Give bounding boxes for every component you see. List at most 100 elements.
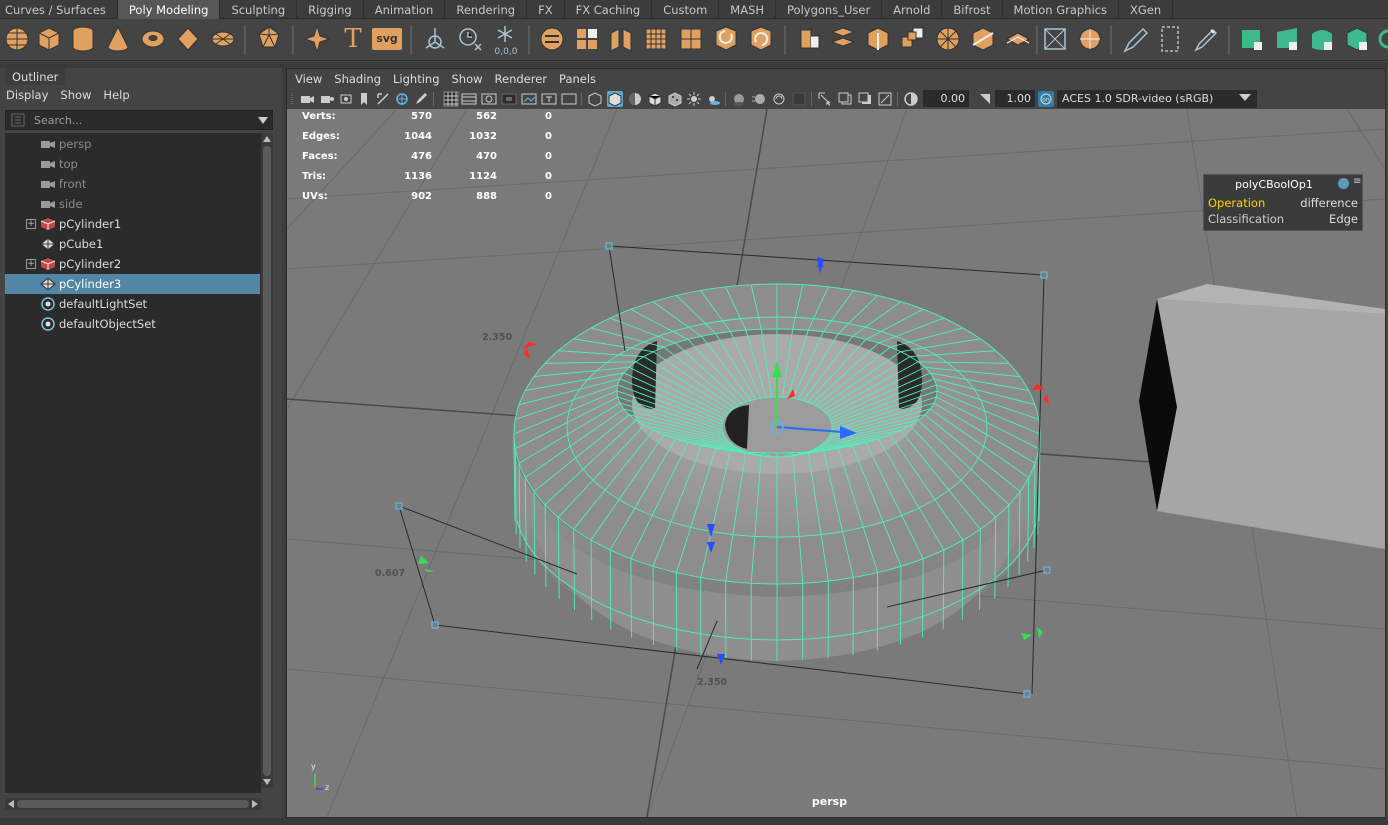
shelf-tab-arnold[interactable]: Arnold	[882, 0, 943, 19]
textured-icon[interactable]	[667, 91, 683, 107]
viewport-menu-renderer[interactable]: Renderer	[489, 69, 554, 89]
display-cube-icon[interactable]	[1238, 22, 1268, 56]
wireframe-shading-icon[interactable]	[587, 91, 603, 107]
viewport-menu-panels[interactable]: Panels	[553, 69, 602, 89]
chevron-down-icon[interactable]	[1239, 94, 1251, 101]
screen-space-ao-icon[interactable]	[731, 91, 747, 107]
shelf-tab-animation[interactable]: Animation	[364, 0, 446, 19]
outliner-item-persp[interactable]: persp	[5, 134, 260, 154]
smooth-shading-icon[interactable]	[607, 91, 623, 107]
shelf-tab-fx[interactable]: FX	[527, 0, 565, 19]
attr-operation-row[interactable]: Operation difference	[1208, 196, 1358, 212]
outliner-horizontal-scroll-thumb[interactable]	[17, 800, 249, 808]
shelf-tab-custom[interactable]: Custom	[652, 0, 720, 19]
display-box-icon[interactable]	[1343, 22, 1373, 56]
multisample-aa-icon[interactable]	[771, 91, 787, 107]
use-all-lights-icon[interactable]	[686, 91, 702, 107]
poke-icon[interactable]	[1003, 22, 1033, 56]
menu-icon[interactable]: ≡	[1353, 176, 1361, 187]
safe-action-icon[interactable]	[541, 91, 557, 107]
poly-cylinder-icon[interactable]	[68, 22, 98, 56]
outliner-vertical-scrollbar[interactable]	[261, 133, 273, 788]
image-plane-icon[interactable]	[357, 91, 373, 107]
outliner-item-pcylinder1[interactable]: + pCylinder1	[5, 214, 260, 234]
shelf-tab-sculpting[interactable]: Sculpting	[220, 0, 298, 19]
color-management-toggle-icon[interactable]: on	[1038, 91, 1054, 107]
poly-platonic-icon[interactable]	[254, 22, 284, 56]
xray-icon[interactable]	[837, 91, 853, 107]
combine-icon[interactable]	[537, 22, 567, 56]
outliner-item-defaultlightset[interactable]: defaultLightSet	[5, 294, 260, 314]
shelf-tab-motion-graphics[interactable]: Motion Graphics	[1003, 0, 1119, 19]
separate-icon[interactable]	[572, 22, 602, 56]
exposure-field[interactable]: 0.00	[923, 90, 969, 107]
grease-pencil-icon[interactable]	[394, 91, 410, 107]
poly-cone-icon[interactable]	[103, 22, 133, 56]
poly-torus-icon[interactable]	[138, 22, 168, 56]
viewport-menu-show[interactable]: Show	[446, 69, 489, 89]
viewport-menu-lighting[interactable]: Lighting	[387, 69, 445, 89]
outliner-item-front[interactable]: front	[5, 174, 260, 194]
outliner-item-defaultobjectset[interactable]: defaultObjectSet	[5, 314, 260, 334]
viewport-menu-view[interactable]: View	[289, 69, 328, 89]
outliner-item-pcube1[interactable]: pCube1	[5, 234, 260, 254]
expand-toggle-icon[interactable]: +	[26, 259, 36, 269]
locator-icon[interactable]	[420, 22, 450, 56]
grid-toggle-icon[interactable]	[443, 91, 459, 107]
outliner-menu-help[interactable]: Help	[97, 85, 135, 107]
uv-sphere-icon[interactable]	[1075, 22, 1105, 56]
outliner-tab[interactable]: Outliner	[5, 68, 66, 85]
shelf-tab-mash[interactable]: MASH	[719, 0, 777, 19]
xray-active-icon[interactable]	[857, 91, 873, 107]
wireframe-on-shaded-icon[interactable]	[647, 91, 663, 107]
reduce-icon[interactable]	[676, 22, 706, 56]
mirror-icon[interactable]	[606, 22, 636, 56]
outliner-horizontal-scrollbar[interactable]	[5, 798, 261, 810]
outliner-item-pcylinder2[interactable]: + pCylinder2	[5, 254, 260, 274]
cube-mesh[interactable]	[1157, 299, 1385, 549]
outliner-item-top[interactable]: top	[5, 154, 260, 174]
fill-hole-icon[interactable]	[898, 22, 928, 56]
pencil-icon[interactable]	[413, 91, 429, 107]
multi-cut-icon[interactable]	[933, 22, 963, 56]
shelf-tab-xgen[interactable]: XGen	[1119, 0, 1174, 19]
camera-attributes-icon[interactable]	[319, 91, 335, 107]
lattice-icon[interactable]	[1155, 22, 1185, 56]
isolate-select-icon[interactable]	[817, 91, 833, 107]
field-chart-icon[interactable]	[521, 91, 537, 107]
shelf-tab-polygons-user[interactable]: Polygons_User	[776, 0, 883, 19]
type-tool-icon[interactable]: T	[338, 22, 368, 56]
boolean-torus-mesh[interactable]	[512, 283, 1041, 661]
attr-value[interactable]: Edge	[1329, 212, 1358, 226]
poly-cube-icon[interactable]	[34, 22, 64, 56]
outliner-menu-display[interactable]: Display	[0, 85, 54, 107]
view-transform-select[interactable]: ACES 1.0 SDR-video (sRGB)	[1057, 90, 1257, 108]
exposure-icon[interactable]	[903, 91, 919, 107]
select-camera-icon[interactable]	[299, 91, 315, 107]
resolution-gate-icon[interactable]	[481, 91, 497, 107]
poly-plane-icon[interactable]	[173, 22, 203, 56]
shelf-tab-bifrost[interactable]: Bifrost	[942, 0, 1003, 19]
shelf-tab-curves-surfaces[interactable]: Curves / Surfaces	[0, 0, 118, 19]
outliner-vertical-scroll-thumb[interactable]	[263, 146, 271, 776]
shelf-tab-poly-modeling[interactable]: Poly Modeling	[117, 0, 221, 19]
shelf-tab-rendering[interactable]: Rendering	[445, 0, 528, 19]
2d-pan-zoom-icon[interactable]	[375, 91, 391, 107]
display-soft-icon[interactable]	[1308, 22, 1338, 56]
outliner-item-side[interactable]: side	[5, 194, 260, 214]
expand-toggle-icon[interactable]: +	[26, 219, 36, 229]
retopo-icon[interactable]	[746, 22, 776, 56]
safe-title-icon[interactable]	[561, 91, 577, 107]
outliner-item-pcylinder3[interactable]: pCylinder3	[5, 274, 260, 294]
scroll-left-arrow-icon[interactable]	[7, 800, 15, 808]
close-icon[interactable]	[1338, 178, 1349, 189]
uv-planar-icon[interactable]	[1040, 22, 1070, 56]
poly-sphere-icon[interactable]	[2, 22, 32, 56]
display-normal-icon[interactable]	[1273, 22, 1303, 56]
super-shape-icon[interactable]	[302, 22, 332, 56]
history-timer-icon[interactable]	[455, 22, 485, 56]
viewport-menu-shading[interactable]: Shading	[328, 69, 387, 89]
scroll-up-arrow-icon[interactable]	[263, 135, 271, 143]
display-extra-icon[interactable]	[1376, 22, 1388, 56]
edge-loop-icon[interactable]	[968, 22, 998, 56]
